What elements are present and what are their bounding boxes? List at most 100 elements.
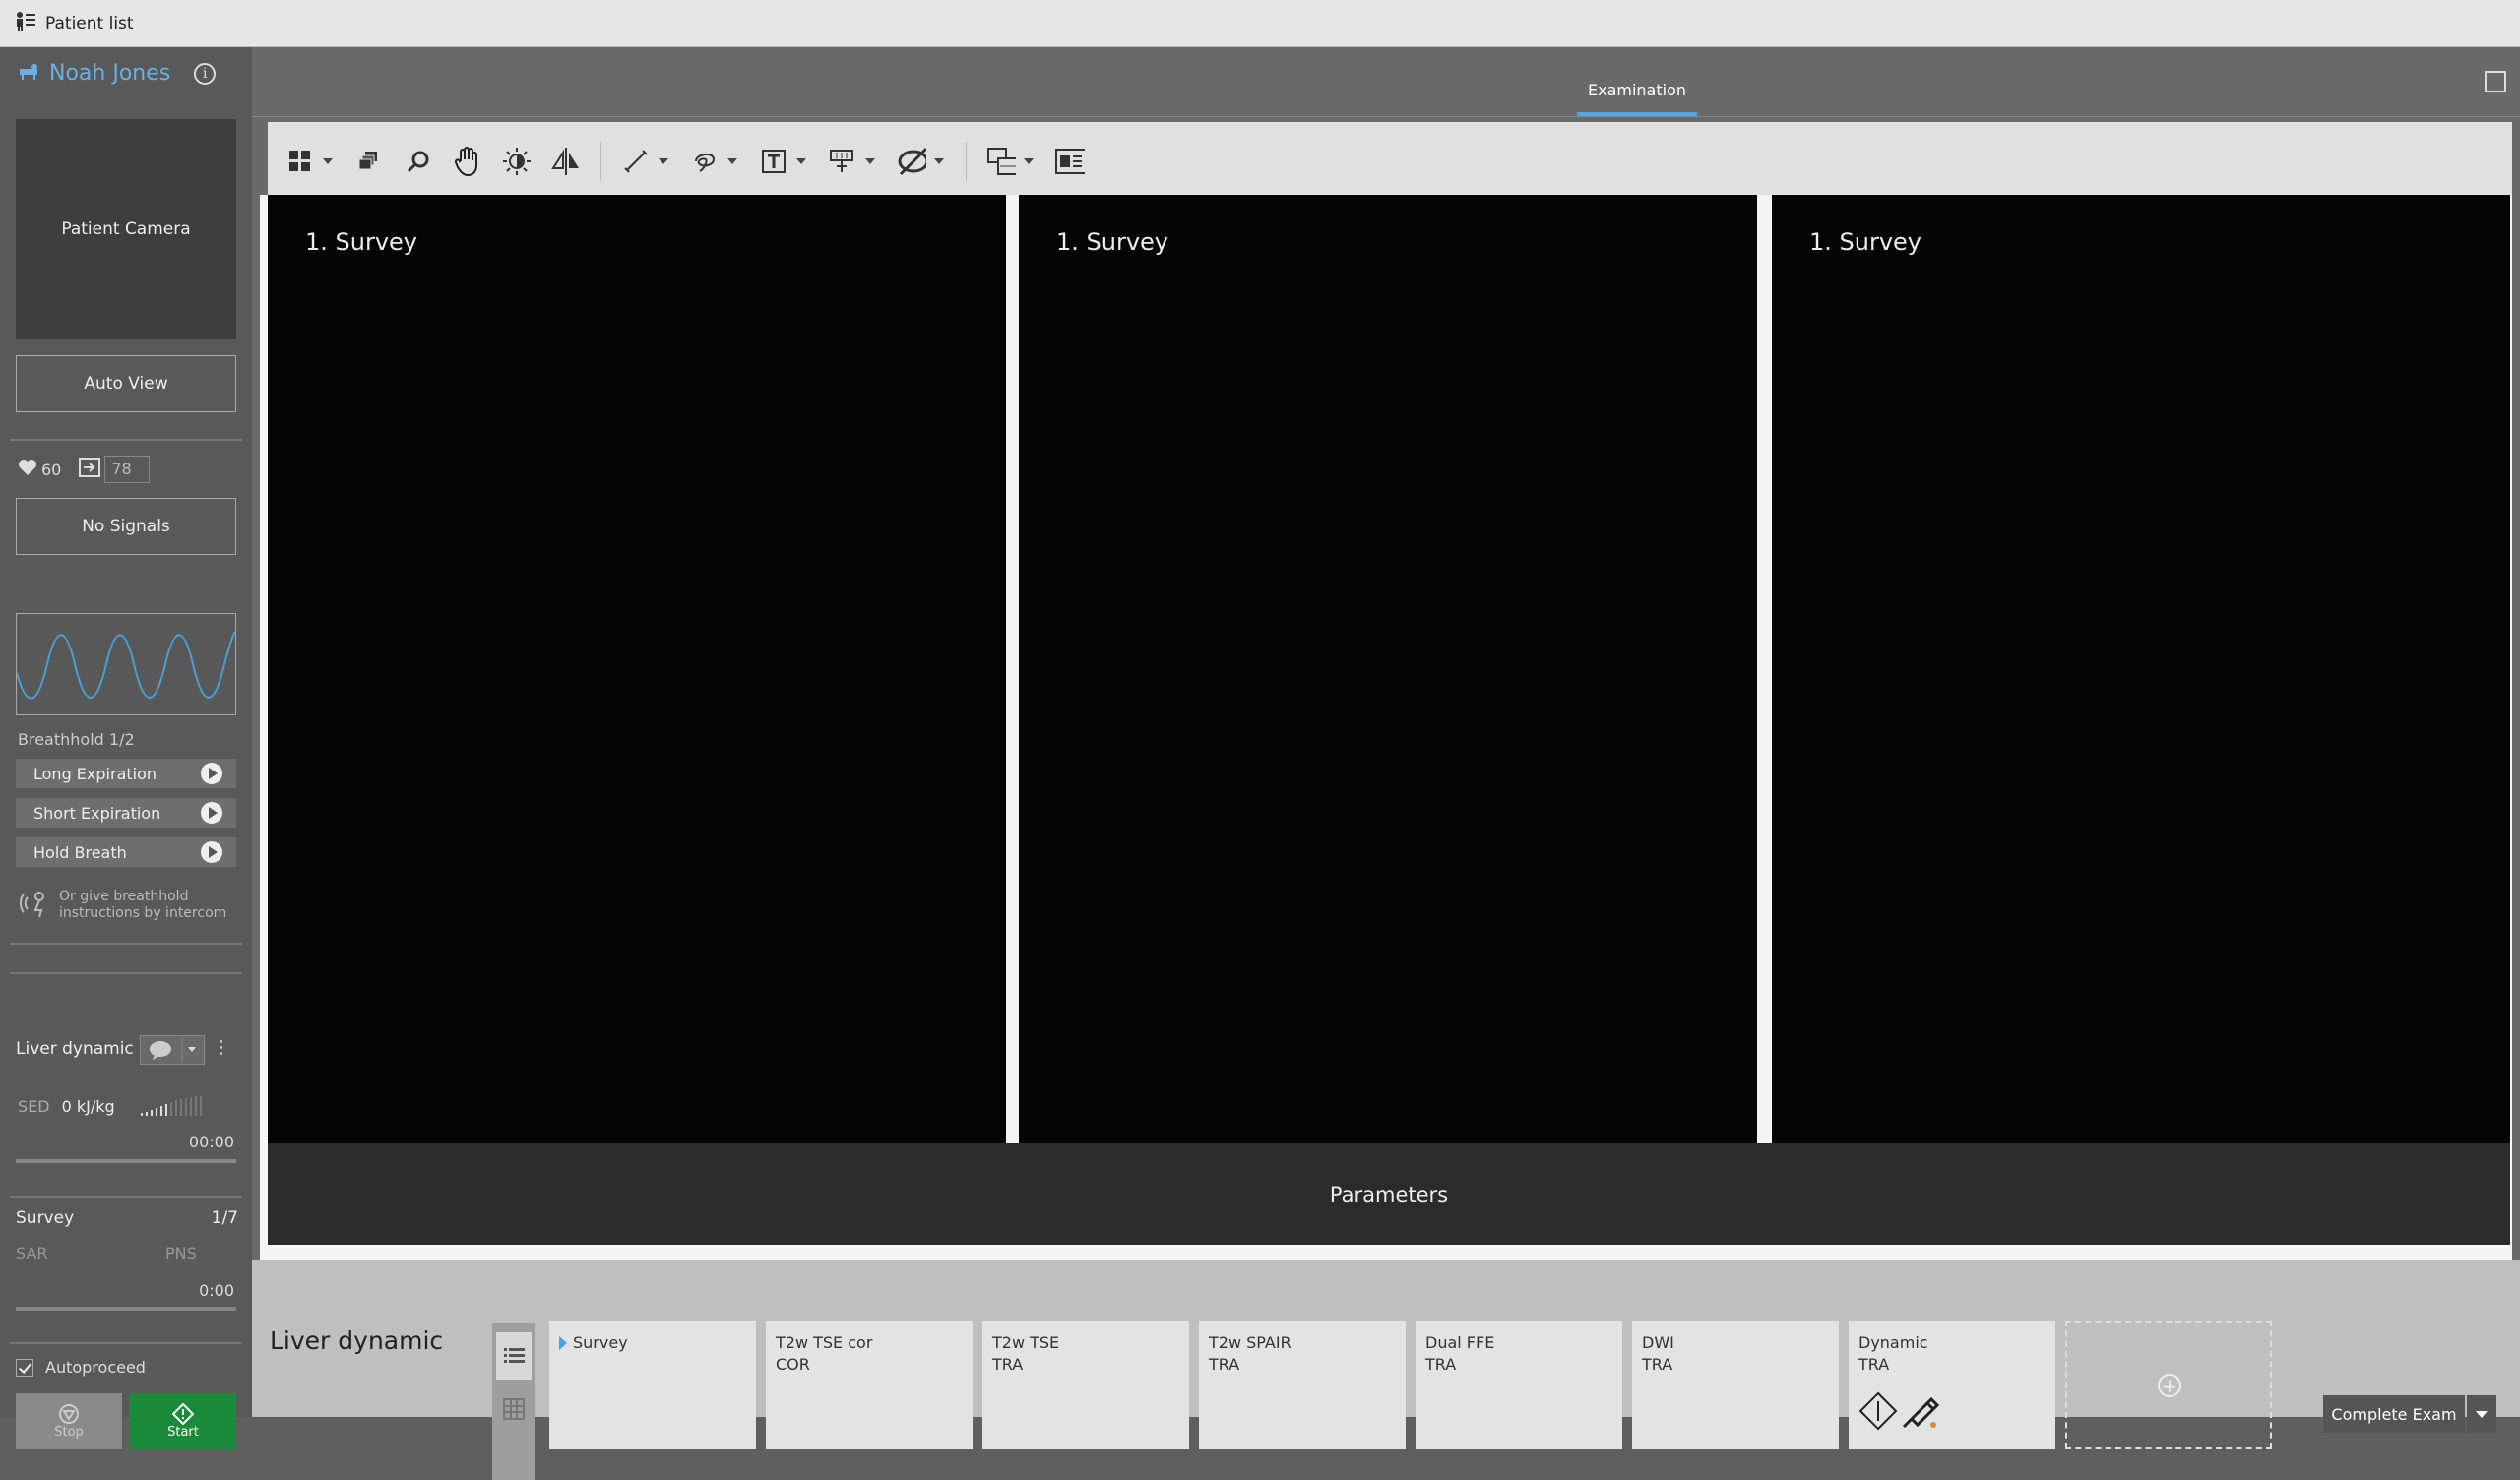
chevron-down-icon bbox=[2476, 1410, 2488, 1418]
more-options-icon[interactable]: ⋮ bbox=[213, 1037, 230, 1058]
respiration-waveform bbox=[16, 613, 236, 715]
add-icon[interactable]: + bbox=[2158, 1374, 2181, 1397]
pns-label: PNS bbox=[165, 1244, 197, 1263]
no-signals-button[interactable]: No Signals bbox=[16, 498, 236, 555]
sed-label: SED bbox=[18, 1096, 50, 1116]
scan-card-name: Dual FFE bbox=[1425, 1333, 1495, 1352]
breathhold-label: Short Expiration bbox=[33, 803, 161, 823]
divider bbox=[10, 972, 242, 974]
scan-card-name: T2w TSE bbox=[992, 1333, 1060, 1352]
scan-count: 1/7 bbox=[211, 1208, 238, 1228]
start-diamond-icon bbox=[1858, 1391, 1898, 1437]
current-scan-marker-icon bbox=[559, 1336, 567, 1350]
contrast-injector-icon bbox=[1898, 1391, 1941, 1437]
autoproceed-checkbox[interactable]: Autoproceed bbox=[16, 1358, 146, 1377]
breathhold-title: Breathhold 1/2 bbox=[18, 730, 135, 749]
current-scan-name: Survey bbox=[16, 1208, 75, 1228]
scan-card[interactable]: T2w SPAIR TRA bbox=[1199, 1321, 1406, 1449]
divider bbox=[10, 1196, 242, 1198]
divider bbox=[10, 439, 242, 441]
layout-grid-icon[interactable] bbox=[285, 147, 315, 176]
scan-queue-bar: Liver dynamic Survey T2w TSE cor COR T2w… bbox=[252, 1260, 2520, 1480]
viewport-label: 1. Survey bbox=[305, 228, 418, 256]
sar-label: SAR bbox=[16, 1244, 48, 1263]
breathhold-label: Hold Breath bbox=[33, 842, 127, 862]
intercom-line-1: Or give breathhold bbox=[59, 889, 189, 904]
vitals-row: 60 78 bbox=[18, 456, 151, 483]
chevron-down-icon[interactable] bbox=[659, 158, 668, 164]
info-icon[interactable]: i bbox=[194, 62, 217, 85]
pan-hand-icon[interactable] bbox=[453, 147, 482, 176]
play-icon[interactable] bbox=[201, 841, 222, 863]
toolbar-separator bbox=[600, 142, 601, 181]
list-view-icon[interactable] bbox=[496, 1332, 532, 1380]
stop-button[interactable]: Stop bbox=[16, 1393, 122, 1449]
chevron-down-icon[interactable] bbox=[934, 158, 944, 164]
tab-examination[interactable]: Examination bbox=[1577, 81, 1697, 99]
grid-view-icon[interactable] bbox=[496, 1386, 532, 1433]
top-bar: Patient list bbox=[0, 0, 2520, 47]
intercom-hint: Or give breathhold instructions by inter… bbox=[18, 889, 226, 922]
complete-exam-button[interactable]: Complete Exam bbox=[2323, 1395, 2465, 1433]
add-scan-card[interactable]: + bbox=[2065, 1321, 2272, 1449]
scan-card-name: T2w TSE cor bbox=[776, 1333, 873, 1352]
scan-card[interactable]: DWI TRA bbox=[1632, 1321, 1839, 1449]
scan-card-orientation: TRA bbox=[992, 1355, 1024, 1374]
toolbar-separator bbox=[966, 142, 967, 181]
auto-view-button[interactable]: Auto View bbox=[16, 355, 236, 412]
start-label: Start bbox=[167, 1424, 199, 1440]
viewport-label: 1. Survey bbox=[1056, 228, 1169, 256]
chevron-down-icon[interactable] bbox=[323, 158, 333, 164]
image-info-icon[interactable] bbox=[1055, 147, 1085, 176]
complete-exam-group: Complete Exam bbox=[2323, 1395, 2496, 1433]
text-annotation-icon[interactable] bbox=[759, 147, 788, 176]
patient-list-icon[interactable] bbox=[14, 11, 37, 36]
scan-card[interactable]: T2w TSE cor COR bbox=[766, 1321, 973, 1449]
viewport-3[interactable]: 1. Survey bbox=[1772, 195, 2510, 1143]
chevron-down-icon[interactable] bbox=[1024, 158, 1034, 164]
expand-icon[interactable] bbox=[2485, 71, 2506, 92]
compare-layout-icon[interactable] bbox=[986, 147, 1016, 176]
stop-icon bbox=[59, 1403, 79, 1424]
exam-card-title: Liver dynamic bbox=[270, 1326, 444, 1355]
breathhold-hold-breath[interactable]: Hold Breath bbox=[16, 837, 236, 867]
hide-graphics-icon[interactable] bbox=[897, 147, 926, 176]
comment-dropdown[interactable] bbox=[140, 1035, 205, 1065]
viewport-2[interactable]: 1. Survey bbox=[1019, 195, 1757, 1143]
breathhold-short-expiration[interactable]: Short Expiration bbox=[16, 798, 236, 828]
resp-rate-field[interactable]: 78 bbox=[104, 456, 151, 483]
measure-line-icon[interactable] bbox=[621, 147, 651, 176]
flip-icon[interactable] bbox=[551, 147, 581, 176]
patient-camera[interactable]: Patient Camera bbox=[16, 119, 236, 339]
marker-icon[interactable] bbox=[828, 147, 857, 176]
scan-card[interactable]: Dual FFE TRA bbox=[1416, 1321, 1622, 1449]
brightness-icon[interactable] bbox=[502, 147, 532, 176]
scan-card-dynamic[interactable]: Dynamic TRA bbox=[1849, 1321, 2055, 1449]
view-switcher bbox=[492, 1323, 536, 1480]
divider bbox=[10, 943, 242, 945]
viewer-toolbar bbox=[268, 122, 2512, 201]
patient-name[interactable]: Noah Jones bbox=[49, 61, 170, 86]
patient-list-link[interactable]: Patient list bbox=[45, 14, 134, 33]
viewport-1[interactable]: 1. Survey bbox=[268, 195, 1006, 1143]
chevron-down-icon[interactable] bbox=[865, 158, 875, 164]
tab-divider bbox=[252, 116, 2520, 117]
roi-lasso-icon[interactable] bbox=[690, 147, 720, 176]
scan-card[interactable]: T2w TSE TRA bbox=[982, 1321, 1189, 1449]
breathhold-long-expiration[interactable]: Long Expiration bbox=[16, 759, 236, 788]
start-icon bbox=[172, 1402, 194, 1425]
play-icon[interactable] bbox=[201, 763, 222, 784]
chevron-down-icon[interactable] bbox=[727, 158, 737, 164]
chevron-down-icon[interactable] bbox=[796, 158, 806, 164]
checkbox-icon[interactable] bbox=[16, 1358, 33, 1377]
divider bbox=[10, 1342, 242, 1344]
zoom-icon[interactable] bbox=[404, 147, 433, 176]
play-icon[interactable] bbox=[201, 802, 222, 824]
intercom-line-2: instructions by intercom bbox=[59, 905, 227, 921]
scan-card-survey[interactable]: Survey bbox=[549, 1321, 756, 1449]
patient-header: Noah Jones i bbox=[18, 61, 217, 86]
start-button[interactable]: Start bbox=[130, 1393, 236, 1449]
parameters-panel[interactable]: Parameters bbox=[268, 1143, 2510, 1245]
complete-exam-dropdown[interactable] bbox=[2467, 1395, 2496, 1433]
stack-images-icon[interactable] bbox=[354, 147, 384, 176]
